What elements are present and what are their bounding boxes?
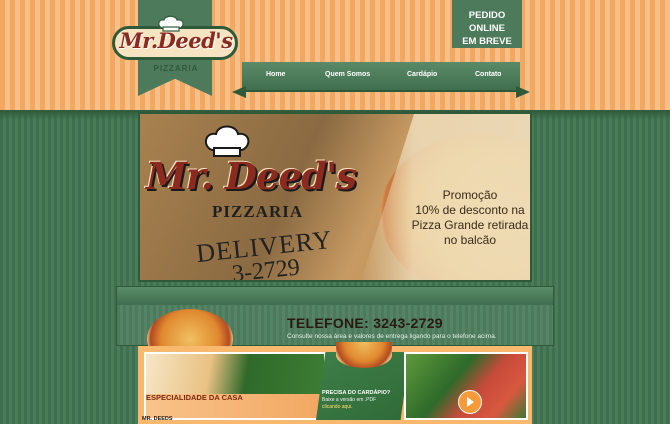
cardapio-text: Baixe a versão em .PDF bbox=[322, 397, 377, 403]
promo-line: Pizza Grande retirada bbox=[411, 218, 529, 232]
play-icon bbox=[467, 397, 474, 407]
play-button[interactable] bbox=[458, 390, 482, 414]
hero-banner[interactable]: Mr. Deed's PIZZARIA DELIVERY 3-2729 Prom… bbox=[138, 112, 532, 282]
hero-logo-subtitle: PIZZARIA bbox=[212, 202, 304, 221]
site-logo[interactable]: Mr.Deed's PIZZARIA bbox=[112, 14, 240, 73]
chef-hat-icon bbox=[204, 125, 250, 157]
telefone-bar-top bbox=[117, 287, 553, 305]
pedido-line1: PEDIDO ONLINE bbox=[468, 10, 506, 34]
main-nav: Home Quem Somos Cardápio Contato bbox=[242, 62, 520, 92]
telefone-note: Consulte nossa área e valores de entrega… bbox=[287, 333, 497, 340]
nav-home[interactable]: Home bbox=[266, 71, 285, 78]
cardapio-title: PRECISA DO CARDÁPIO? bbox=[322, 390, 391, 396]
logo-text: Mr.Deed's bbox=[119, 28, 233, 53]
hero-logo-text: Mr. Deed's bbox=[146, 154, 357, 198]
promo-line: no balcão bbox=[443, 233, 497, 247]
telefone-bar: TELEFONE: 3243-2729 Consulte nossa área … bbox=[116, 286, 554, 369]
nav-contato[interactable]: Contato bbox=[475, 71, 501, 78]
pizza-image bbox=[336, 342, 392, 368]
cardapio-pdf-link[interactable]: clicando aqui. bbox=[322, 404, 353, 410]
feature-panel: ESPECIALIDADE DA CASA PRECISA DO CARDÁPI… bbox=[138, 342, 532, 424]
especialidade-label: ESPECIALIDADE DA CASA bbox=[146, 393, 243, 402]
pedido-online-badge[interactable]: PEDIDO ONLINE EM BREVE bbox=[452, 0, 522, 48]
promo-line: Promoção bbox=[442, 188, 498, 202]
nav-cardapio[interactable]: Cardápio bbox=[407, 71, 437, 78]
logo-subtitle: PIZZARIA bbox=[153, 64, 199, 73]
pedido-line2: EM BREVE bbox=[462, 36, 512, 47]
especialidade-card[interactable] bbox=[144, 352, 326, 420]
promo-text: Promoção 10% de desconto na Pizza Grande… bbox=[410, 188, 530, 248]
promo-line: 10% de desconto na bbox=[415, 203, 525, 217]
footer-title: MR. DEEDS bbox=[142, 416, 173, 422]
telefone-title: TELEFONE: 3243-2729 bbox=[287, 315, 443, 331]
header-band bbox=[0, 0, 670, 110]
nav-quem-somos[interactable]: Quem Somos bbox=[325, 71, 370, 78]
